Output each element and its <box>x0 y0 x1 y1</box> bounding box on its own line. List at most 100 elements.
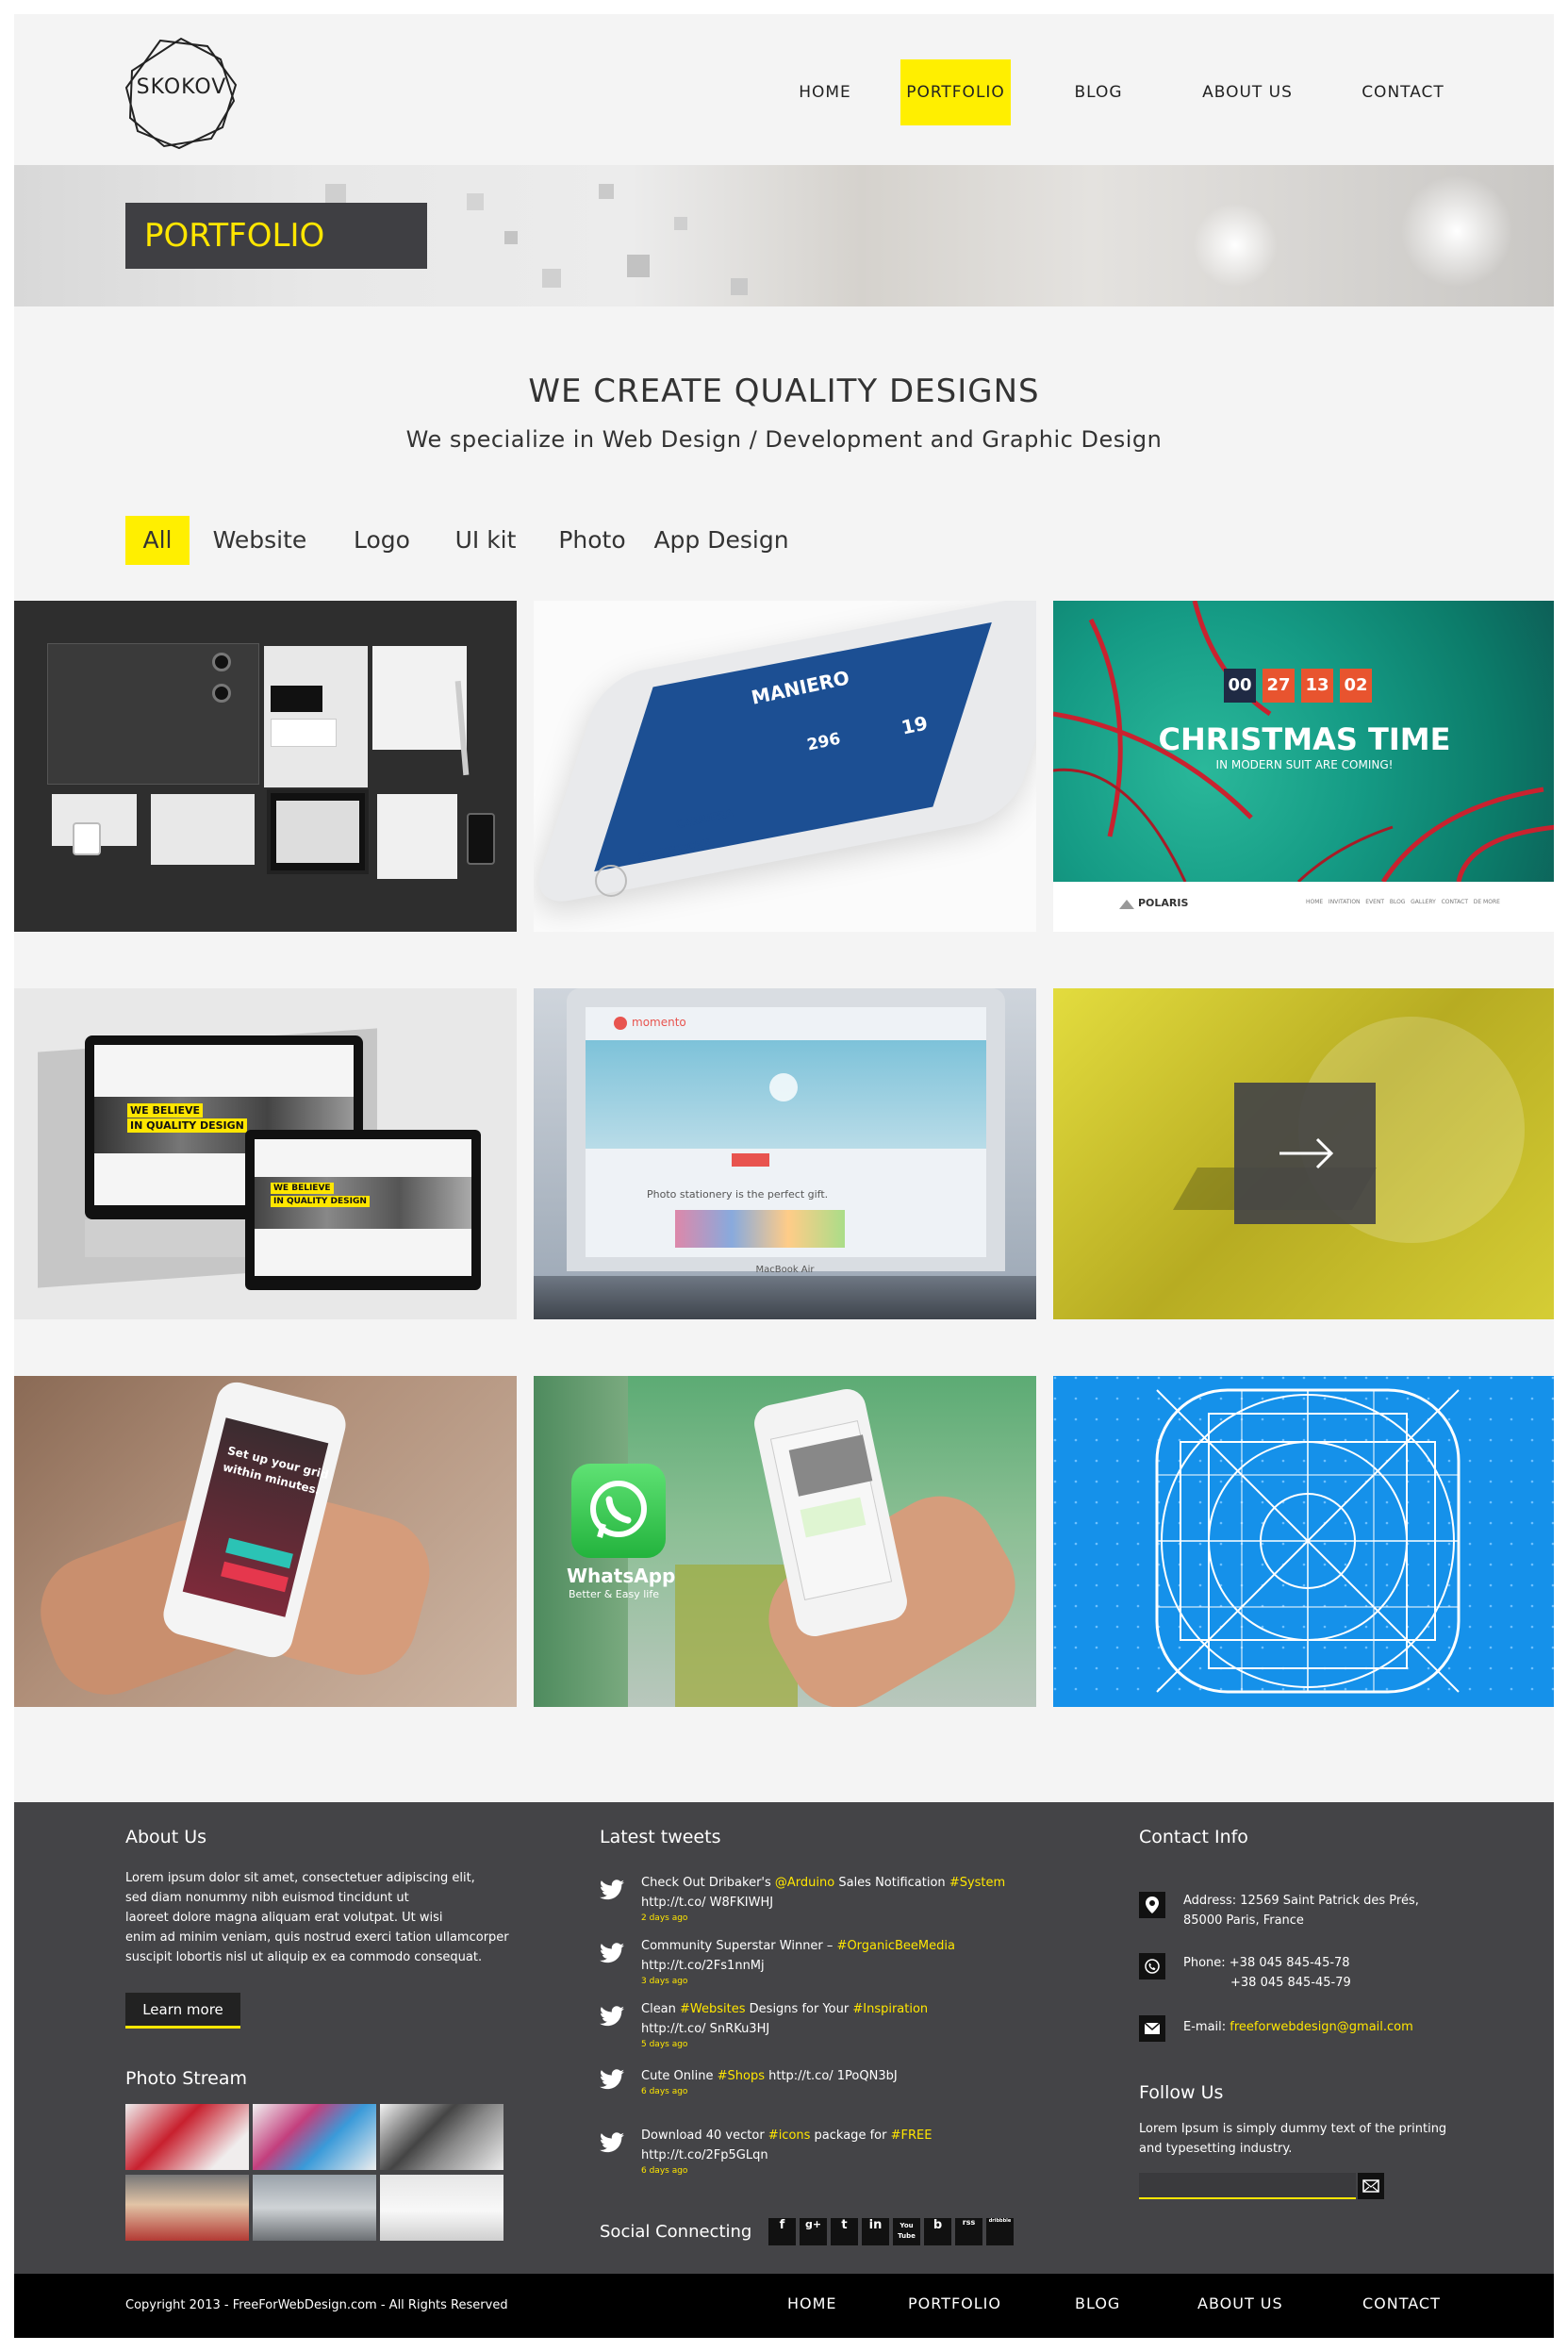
photo-stream-thumb[interactable] <box>380 2104 503 2170</box>
page-title: PORTFOLIO <box>125 203 427 269</box>
footer-nav-portfolio[interactable]: PORTFOLIO <box>908 2294 1001 2312</box>
portfolio-item-icon-grid[interactable] <box>1053 1376 1554 1707</box>
nav-about-us[interactable]: ABOUT US <box>1191 59 1304 125</box>
portfolio-item-whatsapp[interactable]: WhatsApp Better & Easy life <box>534 1376 1036 1707</box>
copyright-text: Copyright 2013 - FreeForWebDesign.com - … <box>125 2298 508 2312</box>
facebook-icon[interactable]: f <box>768 2218 796 2245</box>
nav-blog[interactable]: BLOG <box>1056 59 1141 125</box>
tweet-hashtag[interactable]: #Shops <box>718 2069 765 2083</box>
monitor-headline: IN QUALITY DESIGN <box>127 1118 247 1133</box>
business-card <box>271 719 337 747</box>
tweet-hashtag[interactable]: #Inspiration <box>852 2002 928 2016</box>
photo-stream-thumb[interactable] <box>380 2175 503 2241</box>
page: SKOKOV HOME PORTFOLIO BLOG ABOUT US CONT… <box>14 14 1554 2338</box>
tweet-link[interactable]: http://t.co/2Fp5GLqn <box>641 2145 932 2165</box>
portfolio-item-responsive-site[interactable]: WE BELIEVE IN QUALITY DESIGN WE BELIEVE … <box>14 988 517 1319</box>
portfolio-item-sports-app[interactable]: MANIERO 296 19 CARRIERA STATISTICHE <box>534 601 1036 932</box>
envelope <box>151 794 255 865</box>
momento-brand: momento <box>632 1016 686 1029</box>
twitter-icon <box>600 2006 624 2027</box>
tweet-hashtag[interactable]: #System <box>949 1876 1005 1890</box>
tweet-link[interactable]: http://t.co/2Fs1nnMj <box>641 1956 955 1976</box>
portfolio-item-hover[interactable] <box>1053 988 1554 1319</box>
logo[interactable]: SKOKOV <box>123 33 240 151</box>
tweet-text: http://t.co/ 1PoQN3bJ <box>764 2069 898 2083</box>
macbook-label: MacBook Air <box>755 1265 815 1275</box>
christmas-title: CHRISTMAS TIME <box>1158 721 1451 757</box>
tweet-time: 6 days ago <box>641 2087 688 2096</box>
about-text-line: enim ad minim veniam, quis nostrud exerc… <box>125 1930 509 1945</box>
tweet-link[interactable]: http://t.co/ SnRKu3HJ <box>641 2019 928 2039</box>
bottom-bar: Copyright 2013 - FreeForWebDesign.com - … <box>14 2274 1554 2338</box>
whatsapp-app-icon <box>571 1464 666 1558</box>
whatsapp-name: WhatsApp <box>567 1565 676 1587</box>
map-pin-icon <box>1139 1892 1165 1918</box>
photo-stream-thumb[interactable] <box>253 2175 376 2241</box>
banner-pixel <box>599 184 614 199</box>
email-link[interactable]: freeforwebdesign@gmail.com <box>1230 2020 1413 2034</box>
mug <box>73 822 101 855</box>
follow-title: Follow Us <box>1139 2082 1224 2103</box>
letterhead <box>372 646 467 750</box>
countdown-seconds: 02 <box>1340 669 1372 703</box>
tweet-hashtag[interactable]: #Websites <box>680 2002 746 2016</box>
filter-website[interactable]: Website <box>201 516 319 565</box>
filter-photo[interactable]: Photo <box>550 516 635 565</box>
photo-stream-thumb[interactable] <box>125 2175 249 2241</box>
arrow-right-icon <box>1279 1137 1334 1169</box>
banner-pixel <box>542 269 561 288</box>
filter-logo[interactable]: Logo <box>344 516 420 565</box>
portfolio-item-stationery[interactable] <box>14 601 517 932</box>
blogger-icon[interactable]: b <box>924 2218 951 2245</box>
tweet-text: Cute Online <box>641 2069 718 2083</box>
youtube-icon[interactable]: You Tube <box>893 2218 920 2245</box>
clip <box>212 653 231 671</box>
footer-nav-about-us[interactable]: ABOUT US <box>1197 2294 1283 2312</box>
tweet-time: 6 days ago <box>641 2166 688 2176</box>
view-project-button[interactable] <box>1234 1083 1376 1224</box>
site-footer: About Us Lorem ipsum dolor sit amet, con… <box>14 1802 1554 2274</box>
nav-contact[interactable]: CONTACT <box>1351 59 1455 125</box>
portfolio-item-christmas[interactable]: 00 27 13 02 CHRISTMAS TIME IN MODERN SUI… <box>1053 601 1554 932</box>
tweet-time: 3 days ago <box>641 1977 688 1986</box>
site-header: SKOKOV HOME PORTFOLIO BLOG ABOUT US CONT… <box>14 14 1554 165</box>
play-icon <box>769 1073 798 1101</box>
monitor-headline: WE BELIEVE <box>127 1103 204 1118</box>
learn-more-button[interactable]: Learn more <box>125 1993 240 2029</box>
tweet-hashtag[interactable]: #icons <box>768 2128 811 2143</box>
photo-stream-thumb[interactable] <box>253 2104 376 2170</box>
rss-icon[interactable]: rss <box>955 2218 982 2245</box>
portfolio-item-momento[interactable]: momento Photo stationery is the perfect … <box>534 988 1036 1319</box>
tweet-hashtag[interactable]: #OrganicBeeMedia <box>837 1939 955 1953</box>
tweet-item: Check Out Dribaker's @Arduino Sales Noti… <box>641 1873 1005 1924</box>
about-title: About Us <box>125 1827 207 1847</box>
phone-line: +38 045 845-45-79 <box>1230 1976 1351 1990</box>
dribbble-icon[interactable]: dribbble <box>986 2218 1014 2245</box>
twitter-social-icon[interactable]: t <box>831 2218 858 2245</box>
tablet-screen <box>276 801 359 863</box>
about-text: Lorem ipsum dolor sit amet, consectetuer… <box>125 1868 509 1967</box>
nav-portfolio[interactable]: PORTFOLIO <box>900 59 1011 125</box>
filter-ui-kit[interactable]: UI kit <box>448 516 523 565</box>
banner-light <box>1193 203 1278 288</box>
newsletter-submit-button[interactable] <box>1358 2173 1384 2199</box>
photo-stream-thumb[interactable] <box>125 2104 249 2170</box>
filter-all[interactable]: All <box>125 516 190 565</box>
tweet-link[interactable]: http://t.co/ W8FKIWHJ <box>641 1893 1005 1913</box>
footer-nav-home[interactable]: HOME <box>787 2294 837 2312</box>
linkedin-icon[interactable]: in <box>862 2218 889 2245</box>
filter-app-design[interactable]: App Design <box>646 516 797 565</box>
follow-text: Lorem Ipsum is simply dummy text of the … <box>1139 2119 1446 2159</box>
footer-nav-contact[interactable]: CONTACT <box>1362 2294 1441 2312</box>
nav-home[interactable]: HOME <box>778 59 872 125</box>
polaris-brand: POLARIS <box>1138 897 1189 909</box>
tweet-text: Check Out Dribaker's <box>641 1876 775 1890</box>
tweet-mention[interactable]: @Arduino <box>775 1876 834 1890</box>
newsletter-email-input[interactable] <box>1139 2173 1356 2199</box>
footer-nav-blog[interactable]: BLOG <box>1075 2294 1120 2312</box>
twitter-icon <box>600 1880 624 1900</box>
portfolio-item-grid-app[interactable]: Set up your grid within minutes. <box>14 1376 517 1707</box>
google-plus-icon[interactable]: g+ <box>800 2218 827 2245</box>
christmas-subtitle: IN MODERN SUIT ARE COMING! <box>1215 758 1394 771</box>
tweet-hashtag[interactable]: #FREE <box>891 2128 933 2143</box>
